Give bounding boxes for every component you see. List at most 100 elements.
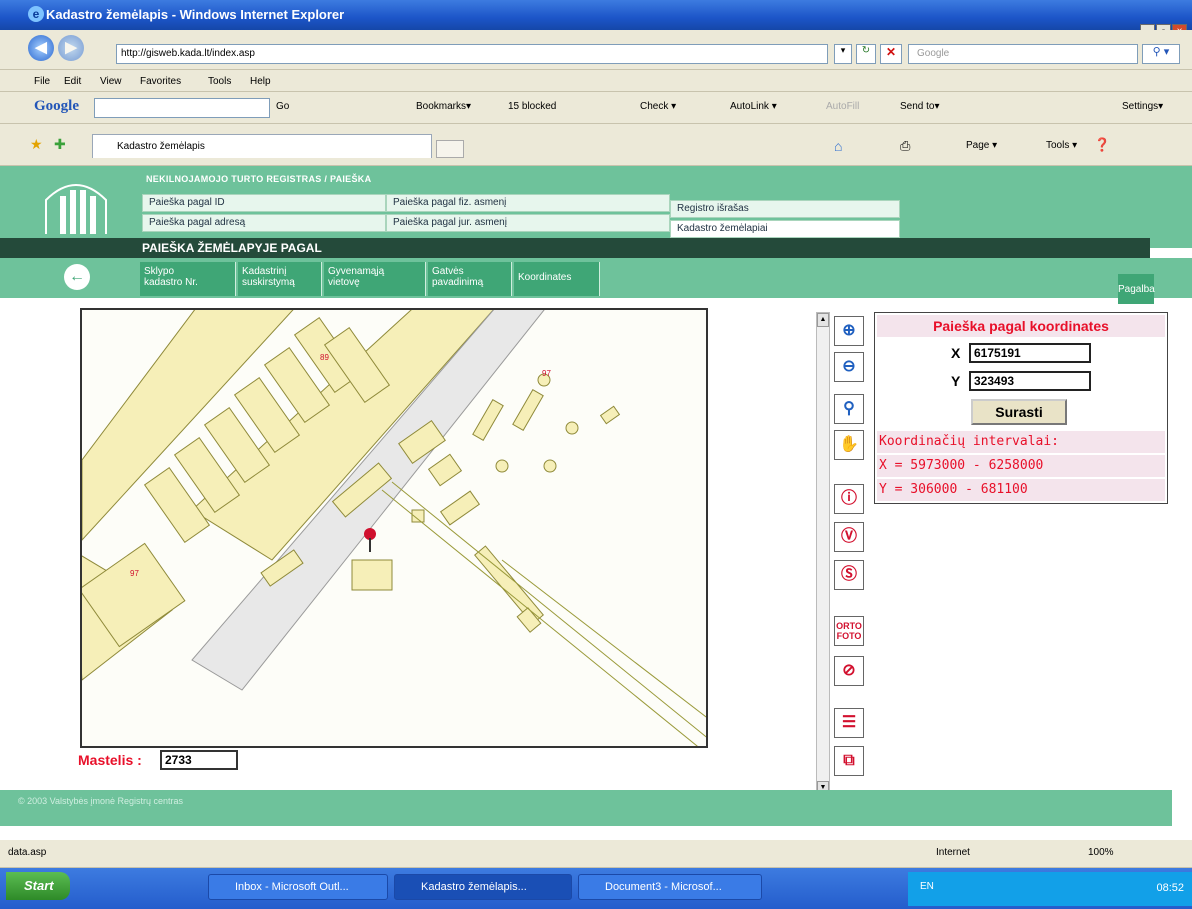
autolink-button[interactable]: AutoLink ▾ <box>730 101 777 112</box>
status-text: data.asp <box>8 847 47 858</box>
menu-favorites[interactable]: Favorites <box>140 76 181 87</box>
find-button[interactable]: Surasti <box>971 399 1067 425</box>
legend-button[interactable]: ☰ <box>834 708 864 738</box>
menu-search-by-company[interactable]: Paieška pagal jur. asmenį <box>386 214 670 232</box>
zoom-out-icon: ⊖ <box>842 358 856 375</box>
zoom-level[interactable]: 100% <box>1088 847 1114 858</box>
section-title: PAIEŠKA ŽEMĖLAPYJE PAGAL <box>142 241 322 255</box>
cadastral-map[interactable]: 89 97 97 <box>80 308 708 748</box>
back-circle-button[interactable]: ← <box>64 264 90 290</box>
back-arrow-icon: ← <box>69 268 85 285</box>
ie-icon: e <box>28 6 44 22</box>
google-go-button[interactable]: Go <box>276 101 289 112</box>
browser-status-bar: data.asp Internet 100% <box>0 840 1192 868</box>
task-document3[interactable]: Document3 - Microsof... <box>578 874 762 900</box>
x-range: X = 5973000 - 6258000 <box>877 455 1165 477</box>
magnifier-icon: ⚲ <box>843 400 855 417</box>
tab-parcel-number-line2: kadastro Nr. <box>144 277 198 288</box>
tab-coordinates[interactable]: Koordinates <box>514 262 600 296</box>
back-button[interactable]: ◀ <box>28 35 54 61</box>
tab-title: Kadastro žemėlapis <box>117 141 205 152</box>
v-tool-button[interactable]: Ⓥ <box>834 522 864 552</box>
menu-search-by-person[interactable]: Paieška pagal fiz. asmenį <box>386 194 670 212</box>
orthophoto-button[interactable]: ORTO FOTO <box>834 616 864 646</box>
scroll-up-button[interactable]: ▲ <box>817 313 829 327</box>
help-icon[interactable]: ❓ <box>1094 137 1110 153</box>
y-coordinate-input[interactable]: 323493 <box>969 371 1091 391</box>
search-button[interactable]: ⚲ ▾ <box>1142 44 1180 64</box>
info-button[interactable]: ⓘ <box>834 484 864 514</box>
address-input[interactable]: http://gisweb.kada.lt/index.asp <box>116 44 828 64</box>
tab-cadastral-division-line2: suskirstymą <box>242 277 295 288</box>
menu-search-by-address[interactable]: Paieška pagal adresą <box>142 214 386 232</box>
section-title-bar: PAIEŠKA ŽEMĖLAPYJE PAGAL <box>0 238 1150 258</box>
tab-settlement-line2: vietovę <box>328 277 360 288</box>
language-indicator[interactable]: EN <box>920 881 934 892</box>
clear-button[interactable]: ⊘ <box>834 656 864 686</box>
task-kadastro[interactable]: Kadastro žemėlapis... <box>394 874 572 900</box>
intervals-title: Koordinačių intervalai: <box>877 431 1165 453</box>
stop-button[interactable]: ✕ <box>880 44 902 64</box>
popup-blocked-button[interactable]: 15 blocked <box>508 101 556 112</box>
start-button[interactable]: Start <box>6 872 70 900</box>
search-input[interactable]: Google <box>908 44 1138 64</box>
scale-input[interactable]: 2733 <box>160 750 238 770</box>
zoom-in-button[interactable]: ⊕ <box>834 316 864 346</box>
forward-arrow-icon: ▶ <box>65 39 77 56</box>
tab-street-name[interactable]: Gatvės pavadinimą <box>428 262 512 296</box>
system-tray: EN 08:52 <box>908 872 1192 906</box>
map-scrollbar[interactable]: ▲ ▼ <box>816 312 830 796</box>
page-menu-button[interactable]: Page ▾ <box>966 140 997 151</box>
address-dropdown-button[interactable]: ▾ <box>834 44 852 64</box>
refresh-button[interactable]: ↻ <box>856 44 876 64</box>
menu-search-by-id[interactable]: Paieška pagal ID <box>142 194 386 212</box>
menu-registry-extract[interactable]: Registro išrašas <box>670 200 900 218</box>
tools-menu-button[interactable]: Tools ▾ <box>1046 140 1077 151</box>
tab-kadastro[interactable]: Kadastro žemėlapis <box>92 134 432 158</box>
tab-bar: ★ ✚ Kadastro žemėlapis ⌂ ⎙ Page ▾ Tools … <box>0 124 1192 166</box>
menu-help[interactable]: Help <box>250 76 271 87</box>
tab-parcel-number[interactable]: Sklypo kadastro Nr. <box>140 262 236 296</box>
search-placeholder: Google <box>917 48 950 59</box>
menu-cadastral-maps[interactable]: Kadastro žemėlapiai <box>670 220 900 238</box>
zoom-rect-button[interactable]: ⚲ <box>834 394 864 424</box>
x-coordinate-input[interactable]: 6175191 <box>969 343 1091 363</box>
task-outlook[interactable]: Inbox - Microsoft Outl... <box>208 874 388 900</box>
hand-icon: ✋ <box>839 436 859 453</box>
new-tab-button[interactable] <box>436 140 464 158</box>
list-icon: ☰ <box>841 714 857 731</box>
menu-file[interactable]: File <box>34 76 50 87</box>
favorites-star-icon[interactable]: ★ <box>30 136 43 153</box>
footer-copyright: © 2003 Valstybės įmonė Registrų centras <box>18 796 184 806</box>
address-text: http://gisweb.kada.lt/index.asp <box>121 48 255 59</box>
spell-check-button[interactable]: Check ▾ <box>640 101 676 112</box>
menu-bar: File Edit View Favorites Tools Help <box>0 70 1192 92</box>
layers-button[interactable]: ⧉ <box>834 746 864 776</box>
home-icon[interactable]: ⌂ <box>834 138 842 154</box>
tab-cadastral-division[interactable]: Kadastrinį suskirstymą <box>238 262 322 296</box>
autofill-button[interactable]: AutoFill <box>826 101 859 112</box>
tab-settlement-line1: Gyvenamąją <box>328 266 385 277</box>
google-search-input[interactable] <box>94 98 270 118</box>
menu-view[interactable]: View <box>100 76 122 87</box>
zoom-out-button[interactable]: ⊖ <box>834 352 864 382</box>
window-title-bar: e Kadastro žemėlapis - Windows Internet … <box>0 0 1192 30</box>
s-tool-button[interactable]: Ⓢ <box>834 560 864 590</box>
settings-button[interactable]: Settings▾ <box>1122 101 1163 112</box>
menu-edit[interactable]: Edit <box>64 76 81 87</box>
x-label: X <box>951 345 961 361</box>
tab-street-name-line2: pavadinimą <box>432 277 484 288</box>
add-favorites-icon[interactable]: ✚ <box>54 136 66 153</box>
bookmarks-button[interactable]: Bookmarks▾ <box>416 101 471 112</box>
forward-button[interactable]: ▶ <box>58 35 84 61</box>
map-label-97-left: 97 <box>130 569 139 578</box>
tab-settlement[interactable]: Gyvenamąją vietovę <box>324 262 426 296</box>
info-icon: ⓘ <box>840 490 857 507</box>
print-icon[interactable]: ⎙ <box>900 138 910 154</box>
menu-tools[interactable]: Tools <box>208 76 231 87</box>
send-to-button[interactable]: Send to▾ <box>900 101 940 112</box>
help-link[interactable]: Pagalba <box>1118 274 1155 304</box>
site-footer: © 2003 Valstybės įmonė Registrų centras <box>0 790 1172 826</box>
orthophoto-line1: ORTO <box>836 621 862 631</box>
pan-button[interactable]: ✋ <box>834 430 864 460</box>
